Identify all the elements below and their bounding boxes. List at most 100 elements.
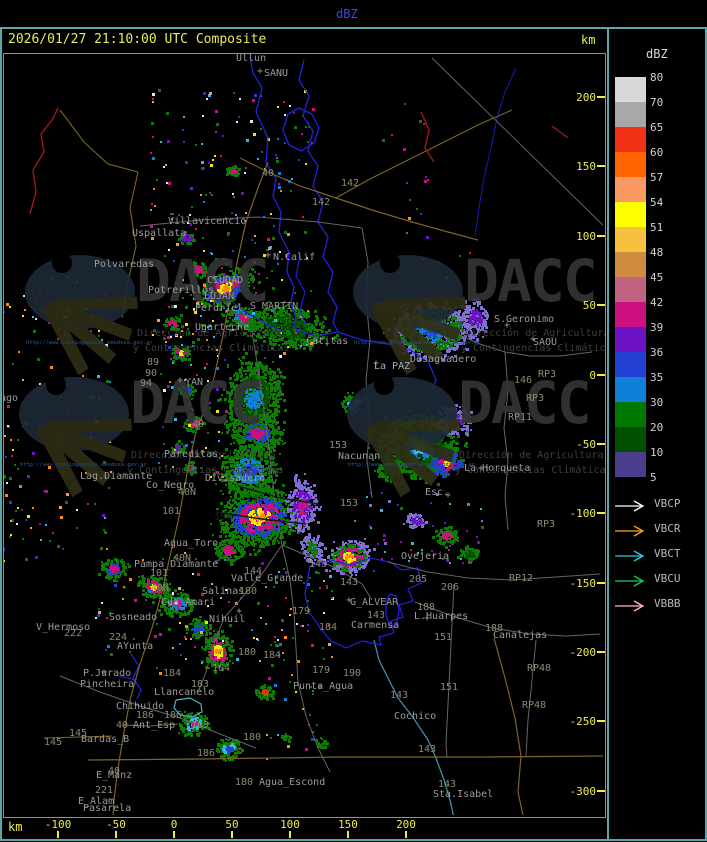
legend-band-label: 80	[650, 71, 664, 84]
map-place-label: Cochico	[394, 711, 437, 722]
x-axis-tick-label: 50	[225, 818, 239, 831]
legend-band	[615, 102, 646, 127]
vector-legend-label: VBCT	[654, 547, 681, 560]
map-route-label: 153	[340, 498, 359, 509]
y-axis-tick	[597, 790, 605, 792]
map-route-label: RP3	[526, 393, 545, 404]
legend-band	[615, 252, 646, 277]
radar-app-window: dBZ 2026/01/27 21:10:00 UTC Composite km…	[0, 0, 707, 842]
legend-band	[615, 452, 646, 477]
map-place-label: SAOU	[533, 337, 558, 348]
vector-legend-label: VBCR	[654, 522, 681, 535]
map-route-label: 151	[434, 632, 453, 643]
map-route-label: 186	[136, 710, 155, 721]
map-route-label: 143	[309, 559, 328, 570]
y-axis-tick	[597, 582, 605, 584]
x-axis-tick	[115, 831, 117, 838]
map-place-label: Polvaredas	[94, 259, 155, 270]
legend-band	[615, 352, 646, 377]
map-place-label: YAN	[185, 377, 204, 388]
station-cross-marker: +	[530, 334, 537, 345]
map-route-label: 142	[312, 197, 331, 208]
x-axis-tick	[57, 831, 59, 838]
y-axis-tick	[597, 651, 605, 653]
legend-band	[615, 127, 646, 152]
map-route-label: 143	[390, 690, 409, 701]
legend-band	[615, 77, 646, 102]
y-axis-tick-label: -150	[569, 577, 597, 590]
y-axis-tick-label: 50	[582, 299, 596, 312]
map-place-label: La PAZ	[374, 361, 411, 372]
legend-band	[615, 227, 646, 252]
map-route-label: RP12	[509, 573, 534, 584]
x-axis-tick	[231, 831, 233, 838]
map-route-label: 183	[191, 679, 210, 690]
map-route-label: RP3	[538, 369, 557, 380]
map-route-label: 151	[440, 682, 459, 693]
map-route-label: 145	[69, 728, 88, 739]
map-route-label: 180	[243, 732, 262, 743]
y-axis-tick-label: -200	[569, 646, 597, 659]
top-divider	[0, 27, 707, 29]
x-axis-tick	[347, 831, 349, 838]
map-route-label: 188	[485, 623, 504, 634]
map-route-label: 221	[95, 785, 114, 796]
radar-composite-map[interactable]: DACC Dirección de Agricultura y Contingenc…	[3, 53, 606, 818]
legend-band-label: 54	[650, 196, 664, 209]
left-border	[0, 27, 2, 841]
x-axis-tick-label: -100	[44, 818, 72, 831]
map-route-label: 40N	[173, 553, 192, 564]
y-axis-tick-label: 0	[589, 369, 596, 382]
vector-arrow-icon	[614, 522, 648, 541]
map-place-label: Uspallata	[132, 228, 187, 239]
y-axis-tick-label: -100	[569, 507, 597, 520]
x-axis-tick	[289, 831, 291, 838]
legend-band	[615, 302, 646, 327]
map-route-label: RP11	[508, 412, 533, 423]
map-lines-layer	[29, 56, 603, 815]
map-route-label: 224	[109, 632, 128, 643]
y-axis-tick	[597, 304, 605, 306]
map-route-label: 164	[212, 663, 231, 674]
map-route-label: 143	[418, 744, 437, 755]
map-place-label: Valle_Grande	[231, 573, 304, 584]
map-place-label: Pincheira	[80, 679, 135, 690]
map-place-label: Sosneado	[109, 612, 158, 623]
y-axis-tick	[597, 374, 605, 376]
map-place-label: Agua_Toro	[164, 538, 219, 549]
y-axis-tick-label: -250	[569, 715, 597, 728]
map-route-label: 40N	[151, 583, 170, 594]
map-place-label: Agua_Escond	[259, 777, 326, 788]
legend-separator	[607, 27, 609, 841]
map-route-label: 145	[44, 737, 63, 748]
map-route-label: 94	[140, 378, 153, 389]
vector-arrow-icon	[614, 572, 648, 591]
map-route-label: RP3	[537, 519, 556, 530]
vector-arrow-icon	[614, 547, 648, 566]
station-cross-marker: +	[424, 613, 431, 624]
map-place-label: LUJAN	[204, 291, 235, 302]
map-route-label: 186	[164, 710, 183, 721]
station-cross-marker: +	[346, 595, 353, 606]
station-cross-marker: +	[177, 375, 184, 386]
map-route-label: 144	[244, 566, 263, 577]
x-axis-tick-label: 200	[396, 818, 416, 831]
map-place-label: La Horqueta	[464, 463, 531, 474]
map-place-label: Perdriel	[195, 303, 244, 314]
station-cross-marker: +	[211, 273, 218, 284]
legend-band-label: 57	[650, 171, 664, 184]
bottom-border	[0, 839, 707, 841]
legend-band-label: 5	[650, 471, 657, 484]
map-place-label: Ullun	[236, 53, 267, 64]
map-place-label: Carmensa	[351, 620, 400, 631]
x-axis-tick-label: 100	[280, 818, 300, 831]
station-cross-marker: +	[445, 490, 452, 501]
x-axis-tick	[405, 831, 407, 838]
map-place-label: Salinas	[202, 586, 245, 597]
map-route-label: 183	[191, 720, 210, 731]
map-place-label: Cda_Amari	[161, 597, 216, 608]
map-route-label: 188	[417, 602, 436, 613]
map-route-label: 40N	[178, 487, 197, 498]
map-route-label: 180	[239, 586, 258, 597]
map-route-label: 180	[238, 647, 257, 658]
